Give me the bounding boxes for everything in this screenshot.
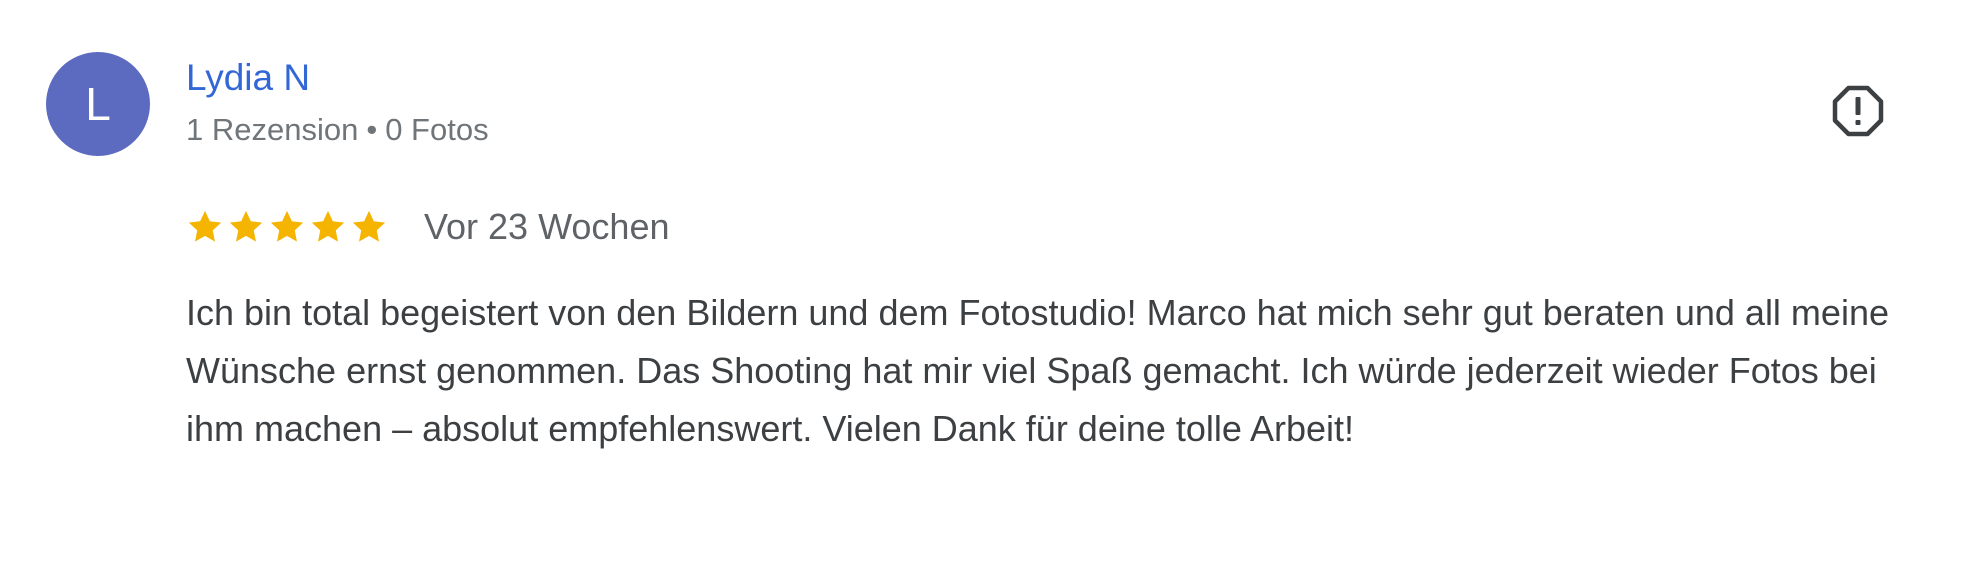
rating-row: Vor 23 Wochen [186,202,670,252]
reviews-count: 1 Rezension [186,112,359,147]
review-date: Vor 23 Wochen [424,206,670,247]
avatar[interactable]: L [46,52,150,156]
author-meta: 1 Rezension • 0 Fotos [186,110,489,150]
review-card: L Lydia N 1 Rezension • 0 Fotos Vor 23 Woc… [0,0,1984,573]
report-button[interactable] [1830,83,1886,139]
star-rating [186,208,391,246]
star-icon [229,210,263,242]
report-icon [1832,85,1884,137]
star-icon [352,210,386,242]
photos-count: 0 Fotos [385,112,489,147]
meta-separator: • [366,112,378,147]
star-icon [311,210,345,242]
author-name-link[interactable]: Lydia N [186,56,310,100]
star-icon [270,210,304,242]
review-text: Ich bin total begeistert von den Bildern… [186,292,1889,449]
star-icon [188,210,222,242]
